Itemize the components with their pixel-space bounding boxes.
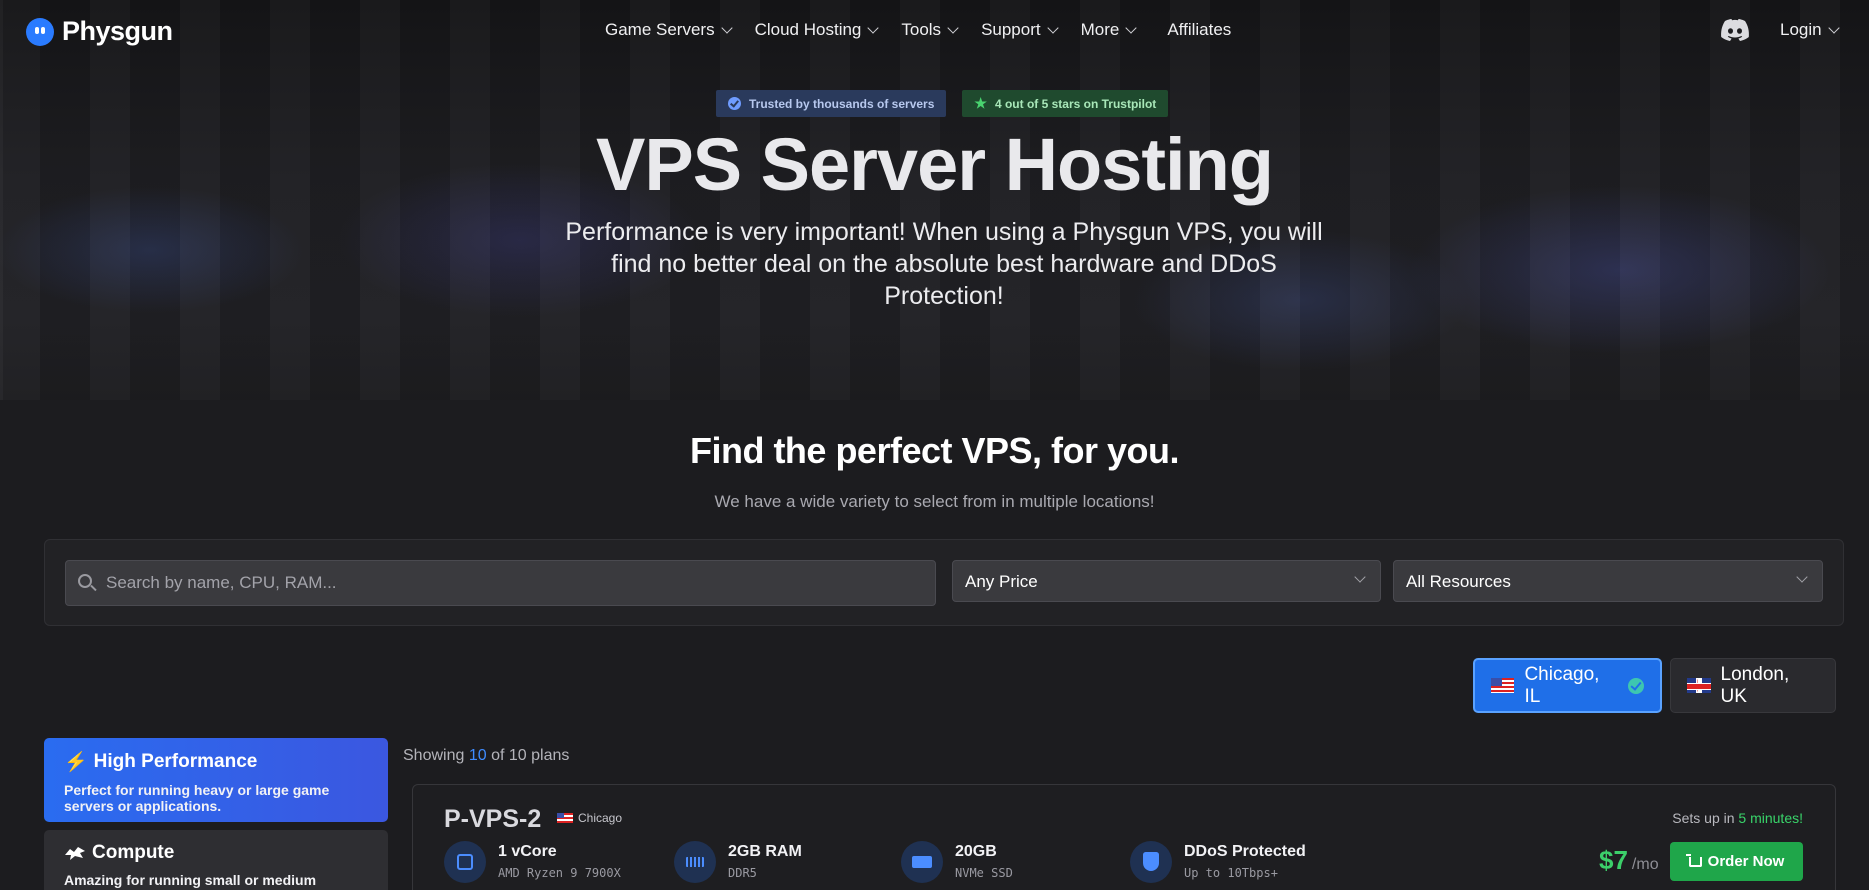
us-flag-icon <box>1491 678 1515 693</box>
showing-count: 10 <box>468 747 487 764</box>
spec-detail: NVMe SSD <box>955 866 1013 880</box>
lightning-icon: ⚡ <box>64 752 88 773</box>
shield-icon <box>1130 841 1172 883</box>
chevron-down-icon <box>720 22 733 34</box>
disk-icon <box>901 841 943 883</box>
trust-badges: Trusted by thousands of servers ★ 4 out … <box>716 90 1169 117</box>
plan-name: P-VPS-2 <box>444 805 542 833</box>
hero-lead: Performance is very important! When usin… <box>565 218 1323 310</box>
nav-label: Game Servers <box>605 20 715 39</box>
trusted-text: Trusted by thousands of servers <box>749 96 935 111</box>
page-title: VPS Server Hosting <box>595 123 1274 206</box>
nav-label: Cloud Hosting <box>754 20 862 39</box>
nav-game-servers[interactable]: Game Servers <box>605 20 733 40</box>
order-now-button[interactable]: Order Now <box>1670 842 1803 881</box>
spec-detail: AMD Ryzen 9 7900X <box>498 866 621 880</box>
nav-tools[interactable]: Tools <box>901 20 959 40</box>
search-input[interactable] <box>106 561 926 605</box>
section-title: Find the perfect VPS, for you. <box>689 430 1180 471</box>
plan-location: Chicago <box>557 811 622 825</box>
nav-affiliates[interactable]: Affiliates <box>1167 20 1231 40</box>
memory-icon <box>674 841 716 883</box>
discord-icon[interactable] <box>1720 18 1750 42</box>
search-box <box>65 560 936 606</box>
search-icon <box>78 574 92 588</box>
spec-ddos: DDoS Protected Up to 10Tbps+ <box>1130 841 1306 883</box>
setup-duration: 5 minutes! <box>1738 810 1803 826</box>
results-count: Showing 10 of 10 plans <box>403 747 569 765</box>
dragon-icon <box>65 847 85 860</box>
price-amount: $7 <box>1599 845 1628 875</box>
price-period: /mo <box>1631 856 1659 873</box>
location-london[interactable]: London, UK <box>1670 658 1836 713</box>
brand-name: Physgun <box>62 16 173 46</box>
star-icon: ★ <box>974 95 987 111</box>
plan-card: P-VPS-2 Chicago 1 vCore AMD Ryzen 9 7900X… <box>412 784 1836 890</box>
setup-time: Sets up in 5 minutes! <box>1672 810 1803 826</box>
spec-cpu: 1 vCore AMD Ryzen 9 7900X <box>444 841 621 883</box>
check-icon <box>1628 677 1644 694</box>
chevron-down-icon <box>867 22 880 34</box>
nav-label: Tools <box>901 20 942 39</box>
login-menu[interactable]: Login <box>1780 20 1840 40</box>
setup-prefix: Sets up in <box>1672 810 1735 826</box>
main-menu: Game Servers Cloud Hosting Tools Support… <box>605 20 1231 40</box>
spec-ram: 2GB RAM DDR5 <box>674 841 802 883</box>
order-label: Order Now <box>1707 853 1785 870</box>
spec-title: DDoS Protected <box>1184 843 1306 860</box>
filter-bar: Any Price All Resources <box>44 539 1844 626</box>
showing-prefix: Showing <box>403 747 465 764</box>
category-title: Compute <box>92 842 175 863</box>
uk-flag-icon <box>1687 678 1711 693</box>
section-subtitle: We have a wide variety to select from in… <box>714 492 1155 511</box>
plan-price: $7 /mo <box>1599 845 1659 876</box>
nav-more[interactable]: More <box>1080 20 1138 40</box>
spec-detail: DDR5 <box>728 866 757 880</box>
spec-title: 20GB <box>955 843 997 860</box>
trustpilot-text: 4 out of 5 stars on Trustpilot <box>994 96 1157 111</box>
resources-select[interactable]: All Resources <box>1393 560 1823 602</box>
location-label: London, UK <box>1720 663 1790 707</box>
category-title: High Performance <box>93 751 258 772</box>
location-chicago[interactable]: Chicago, IL <box>1473 658 1662 713</box>
chevron-down-icon <box>1827 22 1840 34</box>
nav-label: More <box>1080 20 1120 39</box>
nav-label: Affiliates <box>1167 20 1232 39</box>
cart-icon <box>1685 853 1702 867</box>
category-compute[interactable]: Compute Amazing for running small or med… <box>44 830 388 890</box>
nav-support[interactable]: Support <box>981 20 1059 40</box>
login-label: Login <box>1780 20 1822 39</box>
showing-suffix: of 10 plans <box>491 747 570 764</box>
verified-icon <box>728 97 741 110</box>
nav-label: Support <box>981 20 1041 39</box>
us-flag-icon <box>557 813 573 823</box>
spec-title: 2GB RAM <box>728 843 802 860</box>
cpu-icon <box>444 841 486 883</box>
chevron-down-icon <box>947 22 959 34</box>
logo-icon <box>26 17 54 46</box>
category-desc: Amazing for running small or medium <box>64 872 317 888</box>
spec-detail: Up to 10Tbps+ <box>1184 866 1278 880</box>
category-desc: Perfect for running heavy or large game … <box>64 782 330 814</box>
price-select[interactable]: Any Price <box>952 560 1381 602</box>
top-nav: Physgun Game Servers Cloud Hosting Tools… <box>0 0 1869 62</box>
brand-logo[interactable]: Physgun <box>26 16 173 47</box>
location-label: Chicago, IL <box>1524 663 1600 707</box>
chevron-down-icon <box>1354 571 1366 583</box>
category-high-performance[interactable]: ⚡ High Performance Perfect for running he… <box>44 738 388 822</box>
spec-storage: 20GB NVMe SSD <box>901 841 1013 883</box>
trustpilot-badge[interactable]: ★ 4 out of 5 stars on Trustpilot <box>962 90 1169 117</box>
chevron-down-icon <box>1046 22 1059 34</box>
chevron-down-icon <box>1796 571 1808 583</box>
chevron-down-icon <box>1125 22 1138 34</box>
trusted-badge: Trusted by thousands of servers <box>716 90 947 117</box>
plan-location-label: Chicago <box>578 811 623 825</box>
spec-title: 1 vCore <box>498 843 557 860</box>
price-select-value: Any Price <box>965 572 1038 591</box>
resources-select-value: All Resources <box>1406 572 1511 591</box>
nav-cloud-hosting[interactable]: Cloud Hosting <box>754 20 880 40</box>
